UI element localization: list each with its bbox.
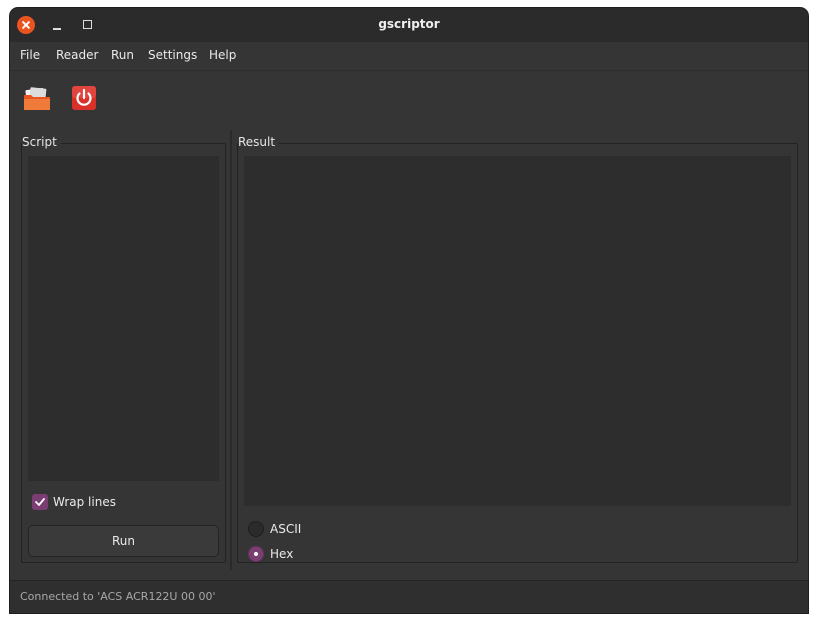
status-text: Connected to 'ACS ACR122U 00 00' bbox=[20, 590, 216, 603]
menu-settings[interactable]: Settings bbox=[148, 48, 197, 62]
checkmark-icon bbox=[35, 498, 45, 506]
ascii-radio[interactable] bbox=[248, 521, 264, 537]
menu-reader[interactable]: Reader bbox=[56, 48, 98, 62]
menu-run[interactable]: Run bbox=[111, 48, 134, 62]
result-textarea[interactable] bbox=[244, 156, 791, 506]
hex-label: Hex bbox=[270, 547, 294, 561]
wrap-lines-checkbox[interactable] bbox=[32, 494, 48, 510]
app-window: gscriptor File Reader Run Settings Help bbox=[10, 8, 808, 613]
result-label: Result bbox=[238, 135, 280, 149]
power-icon[interactable] bbox=[69, 83, 99, 113]
status-bar: Connected to 'ACS ACR122U 00 00' bbox=[10, 580, 808, 613]
pane-divider[interactable] bbox=[230, 130, 232, 570]
folder-icon[interactable] bbox=[22, 83, 52, 113]
wrap-lines-label: Wrap lines bbox=[53, 495, 116, 509]
toolbar bbox=[10, 71, 808, 127]
menu-file[interactable]: File bbox=[20, 48, 40, 62]
hex-radio[interactable] bbox=[248, 546, 264, 562]
script-frame: Script Wrap lines Run bbox=[21, 135, 226, 563]
window-title: gscriptor bbox=[378, 17, 440, 31]
title-bar[interactable]: gscriptor bbox=[10, 8, 808, 42]
run-button[interactable]: Run bbox=[28, 525, 219, 557]
script-textarea[interactable] bbox=[28, 156, 219, 481]
menu-help[interactable]: Help bbox=[209, 48, 236, 62]
script-label: Script bbox=[22, 135, 61, 149]
ascii-label: ASCII bbox=[270, 522, 302, 536]
menu-bar: File Reader Run Settings Help bbox=[10, 42, 808, 71]
result-frame: Result ASCII Hex bbox=[237, 135, 798, 563]
